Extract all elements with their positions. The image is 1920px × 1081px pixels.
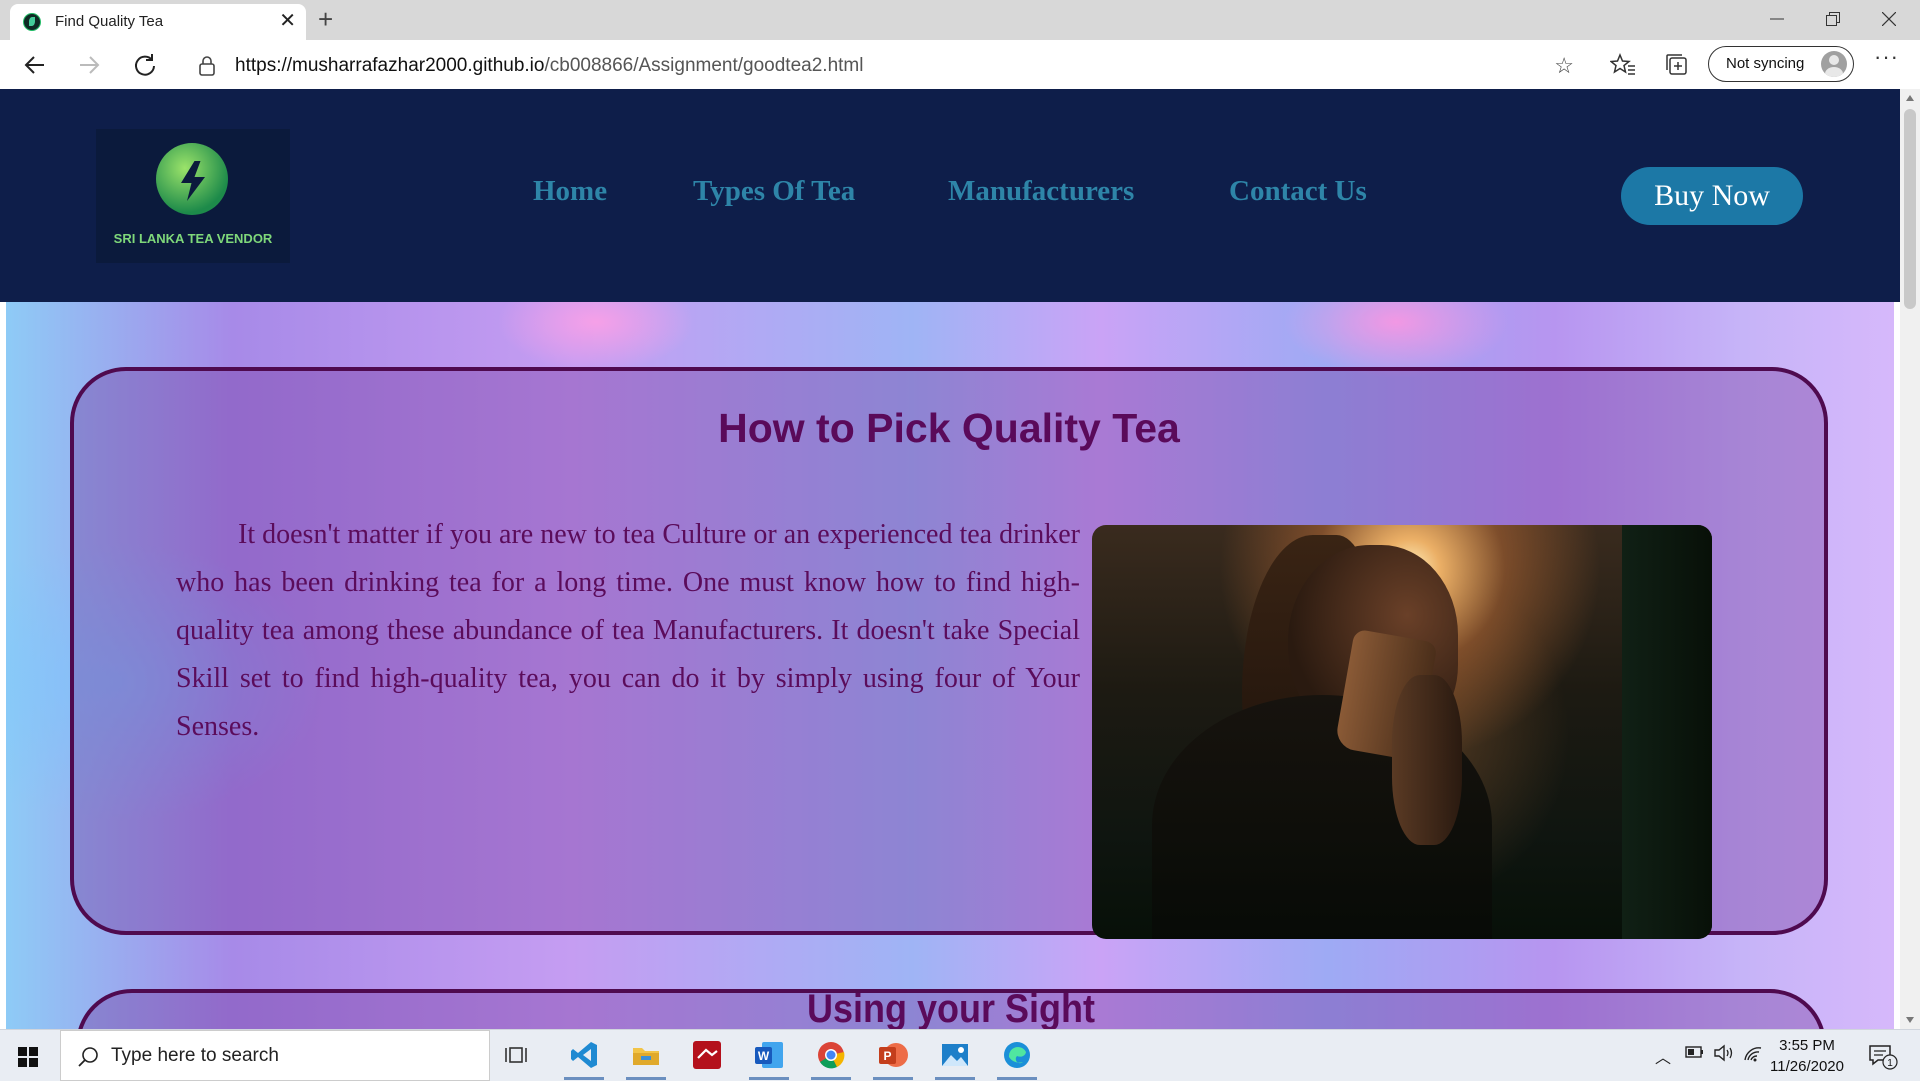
page-scrollbar[interactable] (1900, 89, 1920, 1029)
word-icon: W (755, 1042, 783, 1068)
favorites-icon[interactable] (1610, 52, 1636, 78)
section-title: Using your Sight (807, 987, 1095, 1029)
task-view-icon (505, 1047, 527, 1063)
task-view-button[interactable] (495, 1038, 543, 1080)
page-viewport: SRI LANKA TEA VENDOR Home Types Of Tea M… (0, 89, 1900, 1029)
restore-button[interactable] (1806, 0, 1862, 40)
scroll-down-icon[interactable] (1906, 1017, 1914, 1023)
site-logo[interactable]: SRI LANKA TEA VENDOR (96, 129, 290, 263)
section-body-text: It doesn't matter if you are new to tea … (176, 519, 1080, 742)
url-text: https://musharrafazhar2000.github.io/cb0… (235, 55, 863, 77)
scroll-thumb[interactable] (1904, 109, 1916, 309)
forward-arrow-icon (80, 56, 100, 74)
scroll-up-icon[interactable] (1906, 95, 1914, 101)
profile-avatar-icon (1821, 51, 1847, 77)
woman-drinking-tea-image (1092, 525, 1712, 939)
more-menu-icon[interactable]: ··· (1874, 44, 1899, 70)
close-tab-icon[interactable]: ✕ (279, 9, 296, 33)
nav-contact-us[interactable]: Contact Us (1229, 175, 1367, 208)
back-button[interactable] (20, 50, 50, 80)
url-domain: https://musharrafazhar2000.github.io (235, 55, 545, 76)
site-header: SRI LANKA TEA VENDOR Home Types Of Tea M… (0, 89, 1900, 302)
photos-icon (942, 1044, 968, 1066)
browser-tab[interactable]: Find Quality Tea ✕ (10, 4, 306, 40)
battery-icon[interactable] (1685, 1044, 1705, 1060)
nav-home[interactable]: Home (533, 175, 607, 208)
leaf-bolt-logo-icon (156, 143, 228, 215)
new-tab-icon[interactable]: + (318, 4, 333, 34)
taskbar-clock[interactable]: 3:55 PM 11/26/2020 (1768, 1035, 1846, 1077)
chrome-icon (818, 1042, 845, 1069)
photo-hand (1392, 675, 1462, 845)
site-favicon-icon (23, 13, 41, 31)
using-sight-card: Using your Sight (76, 987, 1826, 1029)
notification-count: 1 (1887, 1058, 1893, 1069)
windows-taskbar: Type here to search W P ︿ 3:55 PM 11/26/… (0, 1029, 1920, 1081)
favorite-star-icon[interactable]: ☆ (1554, 53, 1574, 79)
taskbar-word[interactable]: W (745, 1038, 793, 1080)
sync-label: Not syncing (1726, 55, 1805, 72)
show-hidden-icons-icon[interactable]: ︿ (1655, 1044, 1671, 1068)
browser-toolbar: https://musharrafazhar2000.github.io/cb0… (0, 40, 1920, 90)
section-title: How to Pick Quality Tea (718, 405, 1180, 451)
edge-icon (1004, 1042, 1030, 1068)
windows-start-icon[interactable] (18, 1047, 38, 1067)
taskbar-file-explorer[interactable] (622, 1038, 670, 1080)
refresh-icon (135, 54, 155, 76)
taskbar-filezilla[interactable] (683, 1038, 731, 1080)
taskbar-search-box[interactable]: Type here to search (60, 1030, 490, 1081)
back-arrow-icon (24, 56, 44, 74)
svg-text:P: P (883, 1049, 891, 1063)
taskbar-vscode[interactable] (560, 1038, 608, 1080)
quality-tea-card: How to Pick Quality Tea It doesn't matte… (70, 367, 1828, 939)
refresh-button[interactable] (130, 50, 160, 80)
clock-time: 3:55 PM (1779, 1037, 1835, 1054)
forward-button[interactable] (74, 50, 104, 80)
folder-icon (633, 1048, 659, 1065)
nav-types-of-tea[interactable]: Types Of Tea (693, 175, 855, 208)
wifi-icon[interactable] (1743, 1044, 1763, 1062)
buy-now-button[interactable]: Buy Now (1621, 167, 1803, 225)
search-icon (78, 1047, 98, 1067)
address-bar[interactable]: https://musharrafazhar2000.github.io/cb0… (180, 46, 1586, 84)
powerpoint-icon: P (879, 1043, 908, 1067)
logo-text: SRI LANKA TEA VENDOR (113, 231, 273, 246)
taskbar-powerpoint[interactable]: P (869, 1038, 917, 1080)
svg-text:W: W (758, 1049, 770, 1063)
photo-window-frame (1622, 525, 1712, 939)
volume-icon[interactable] (1713, 1044, 1735, 1062)
vscode-icon (571, 1042, 597, 1068)
taskbar-chrome[interactable] (807, 1038, 855, 1080)
close-window-button[interactable] (1862, 0, 1918, 40)
tab-title: Find Quality Tea (55, 13, 164, 30)
lock-icon (199, 56, 215, 76)
browser-titlebar: Find Quality Tea ✕ + (0, 0, 1920, 40)
search-placeholder: Type here to search (111, 1045, 279, 1066)
collections-icon[interactable] (1664, 52, 1690, 78)
minimize-button[interactable] (1750, 0, 1806, 40)
clock-date: 11/26/2020 (1770, 1058, 1844, 1075)
taskbar-photos[interactable] (931, 1038, 979, 1080)
sync-profile-button[interactable]: Not syncing (1708, 46, 1854, 82)
taskbar-edge[interactable] (993, 1038, 1041, 1080)
notification-center-icon[interactable]: 1 (1868, 1044, 1898, 1070)
filezilla-icon (693, 1041, 721, 1069)
url-path: /cb008866/Assignment/goodtea2.html (544, 55, 864, 76)
nav-manufacturers[interactable]: Manufacturers (948, 175, 1134, 208)
